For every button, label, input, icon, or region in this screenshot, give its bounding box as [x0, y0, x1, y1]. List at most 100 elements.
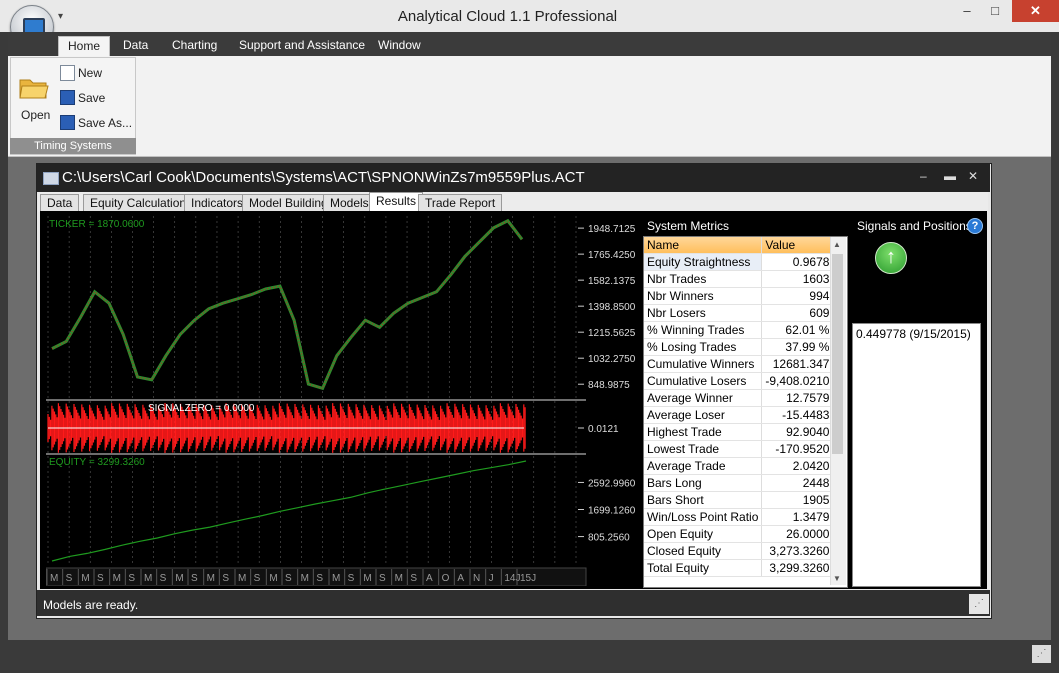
save-as-button[interactable]: Save As...: [78, 116, 132, 130]
table-row[interactable]: Highest Trade 92.9040: [644, 423, 834, 441]
table-row[interactable]: Total Equity 3,299.3260: [644, 559, 834, 577]
save-button[interactable]: Save: [78, 91, 105, 105]
quick-access-dropdown-icon[interactable]: ▾: [58, 11, 63, 22]
scroll-up-icon[interactable]: ▲: [833, 240, 841, 249]
help-icon[interactable]: ?: [967, 218, 983, 234]
metric-value[interactable]: 37.99 %: [761, 338, 834, 356]
document-maximize-button[interactable]: ▬: [944, 169, 956, 183]
table-row[interactable]: Cumulative Winners 12681.347: [644, 355, 834, 373]
table-row[interactable]: Lowest Trade -170.9520: [644, 440, 834, 458]
metric-value[interactable]: -170.9520: [761, 440, 834, 458]
x-tick-label: M: [50, 573, 58, 584]
tab-results[interactable]: Results: [369, 192, 424, 213]
metric-name[interactable]: Nbr Winners: [644, 287, 763, 305]
metric-value[interactable]: 609: [761, 304, 834, 322]
metric-value[interactable]: -15.4483: [761, 406, 834, 424]
metric-name[interactable]: Equity Straightness: [644, 253, 763, 271]
table-row[interactable]: Bars Long 2448: [644, 474, 834, 492]
metric-name[interactable]: Cumulative Winners: [644, 355, 763, 373]
table-row[interactable]: Bars Short 1905: [644, 491, 834, 509]
metric-value[interactable]: 62.01 %: [761, 321, 834, 339]
scroll-down-icon[interactable]: ▼: [833, 574, 841, 583]
up-arrow-icon: ↑: [875, 242, 907, 274]
status-bar: [37, 590, 990, 616]
metric-value[interactable]: -9,408.0210: [761, 372, 834, 390]
table-row[interactable]: % Winning Trades 62.01 %: [644, 321, 834, 339]
metric-name[interactable]: Lowest Trade: [644, 440, 763, 458]
close-button[interactable]: ✕: [1012, 0, 1059, 22]
metric-value[interactable]: 994: [761, 287, 834, 305]
table-row[interactable]: Open Equity 26.0000: [644, 525, 834, 543]
metric-value[interactable]: 1603: [761, 270, 834, 288]
metric-name[interactable]: Nbr Trades: [644, 270, 763, 288]
metric-name[interactable]: Average Loser: [644, 406, 763, 424]
x-tick-label: S: [316, 573, 323, 584]
metric-value[interactable]: 3,273.3260: [761, 542, 834, 560]
x-tick-label: M: [395, 573, 403, 584]
signal-list[interactable]: [852, 323, 981, 587]
app-resize-grip-icon[interactable]: ⋰: [1032, 645, 1051, 663]
metric-name[interactable]: Average Trade: [644, 457, 763, 475]
open-button[interactable]: [18, 74, 50, 100]
new-file-icon: [60, 65, 75, 81]
table-row[interactable]: Closed Equity 3,273.3260: [644, 542, 834, 560]
column-header-value[interactable]: Value: [761, 237, 834, 254]
tab-support[interactable]: Support and Assistance: [230, 36, 374, 56]
resize-grip-icon[interactable]: ⋰: [969, 594, 989, 614]
new-button[interactable]: New: [78, 66, 102, 80]
metric-value[interactable]: 2.0420: [761, 457, 834, 475]
table-row[interactable]: Average Trade 2.0420: [644, 457, 834, 475]
tab-home[interactable]: Home: [58, 36, 111, 58]
table-row[interactable]: Nbr Losers 609: [644, 304, 834, 322]
status-text: Models are ready.: [43, 598, 139, 612]
group-label: Timing Systems: [10, 138, 136, 154]
metric-value[interactable]: 92.9040: [761, 423, 834, 441]
tab-window[interactable]: Window: [369, 36, 430, 56]
x-tick-label: S: [410, 573, 417, 584]
table-row[interactable]: Average Loser -15.4483: [644, 406, 834, 424]
metric-name[interactable]: Nbr Losers: [644, 304, 763, 322]
signal-entry[interactable]: 0.449778 (9/15/2015): [856, 327, 971, 341]
metric-name[interactable]: Open Equity: [644, 525, 763, 543]
metric-name[interactable]: Highest Trade: [644, 423, 763, 441]
x-tick-label: S: [191, 573, 198, 584]
metric-name[interactable]: Bars Short: [644, 491, 763, 509]
price-signal-equity-chart[interactable]: TICKER = 1870.0600 1948.7125 1765.4250 1582…: [46, 214, 640, 586]
table-row[interactable]: Nbr Trades 1603: [644, 270, 834, 288]
metric-value[interactable]: 12681.347: [761, 355, 834, 373]
metric-value[interactable]: 3,299.3260: [761, 559, 834, 577]
metric-name[interactable]: % Losing Trades: [644, 338, 763, 356]
metrics-scrollbar-thumb[interactable]: [832, 254, 843, 454]
metric-value[interactable]: 0.9678: [761, 253, 834, 271]
document-close-button[interactable]: ✕: [968, 169, 978, 183]
column-header-name[interactable]: Name: [644, 237, 763, 254]
x-tick-label: 14J: [504, 573, 520, 584]
system-metrics-grid[interactable]: Name Value Equity Straightness 0.9678 Nbr …: [643, 236, 848, 588]
metric-name[interactable]: Closed Equity: [644, 542, 763, 560]
tab-data[interactable]: Data: [114, 36, 157, 56]
metric-name[interactable]: Cumulative Losers: [644, 372, 763, 390]
signalzero-label: SIGNALZERO = 0.0000: [148, 403, 255, 414]
metric-value[interactable]: 12.7579: [761, 389, 834, 407]
table-row[interactable]: Cumulative Losers -9,408.0210: [644, 372, 834, 390]
metric-value[interactable]: 1.3479: [761, 508, 834, 526]
save-as-icon: [60, 115, 75, 130]
metric-name[interactable]: Bars Long: [644, 474, 763, 492]
table-row[interactable]: Equity Straightness 0.9678: [644, 253, 834, 271]
maximize-button[interactable]: □: [978, 0, 1012, 22]
table-row[interactable]: % Losing Trades 37.99 %: [644, 338, 834, 356]
table-row[interactable]: Average Winner 12.7579: [644, 389, 834, 407]
table-row[interactable]: Win/Loss Point Ratio 1.3479: [644, 508, 834, 526]
table-row[interactable]: Nbr Winners 994: [644, 287, 834, 305]
metric-name[interactable]: Average Winner: [644, 389, 763, 407]
metric-name[interactable]: Win/Loss Point Ratio: [644, 508, 763, 526]
y-tick-label: 1948.7125: [588, 224, 636, 235]
metric-name[interactable]: % Winning Trades: [644, 321, 763, 339]
metric-value[interactable]: 2448: [761, 474, 834, 492]
open-label[interactable]: Open: [21, 108, 50, 122]
metric-value[interactable]: 1905: [761, 491, 834, 509]
document-minimize-button[interactable]: –: [920, 169, 927, 183]
tab-charting[interactable]: Charting: [163, 36, 226, 56]
metric-value[interactable]: 26.0000: [761, 525, 834, 543]
metric-name[interactable]: Total Equity: [644, 559, 763, 577]
